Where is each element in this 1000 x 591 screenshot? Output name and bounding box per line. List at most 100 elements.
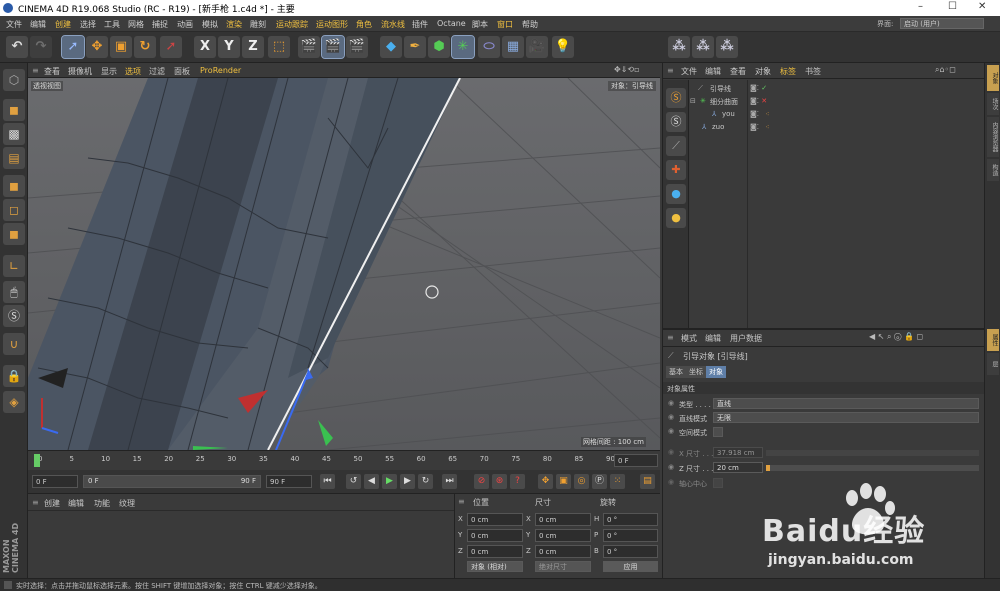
rot-p-field[interactable]: 0 °: [603, 529, 658, 542]
zsize-radio[interactable]: ◉: [668, 463, 674, 471]
mograph-1-button[interactable]: ⁂: [668, 36, 690, 58]
snap-s-button[interactable]: Ⓢ: [666, 88, 686, 108]
pos-z-field[interactable]: 0 cm: [467, 545, 523, 558]
maximize-button[interactable]: ☐: [948, 1, 957, 12]
zsize-slider[interactable]: [766, 465, 979, 471]
model-mode-button[interactable]: ◼: [3, 99, 25, 121]
om-search-icons[interactable]: ⌕⌂◦◻: [935, 65, 956, 75]
vp-menu-prorender[interactable]: ProRender: [200, 66, 241, 75]
pos-y-field[interactable]: 0 cm: [467, 529, 523, 542]
viewport[interactable]: 透视视图 对象：引导线 网格间距 : 100 cm: [28, 78, 660, 450]
timeline-playhead[interactable]: [34, 454, 40, 467]
lock-workplane-button[interactable]: 🔒: [3, 365, 25, 387]
key-pla-button[interactable]: ⁙: [610, 474, 625, 489]
render-view-button[interactable]: 🎬: [298, 36, 320, 58]
next-frame-button[interactable]: ▶: [400, 474, 415, 489]
rtab-layers[interactable]: 层: [987, 353, 999, 375]
edges-mode-button[interactable]: ◻: [3, 199, 25, 221]
polygons-mode-button[interactable]: ◼: [3, 223, 25, 245]
xsize-radio[interactable]: ◉: [668, 448, 674, 456]
planar-workplane-button[interactable]: ◈: [3, 391, 25, 413]
record-keys-button[interactable]: ⊘: [474, 474, 489, 489]
xsize-slider[interactable]: [766, 450, 979, 456]
end-frame-field[interactable]: 90 F: [266, 475, 312, 488]
make-editable-button[interactable]: ⬡: [3, 69, 25, 91]
rtab-takes[interactable]: 场次: [987, 93, 999, 115]
type-dropdown[interactable]: 直线: [713, 398, 979, 409]
undo-button[interactable]: ↶: [6, 36, 28, 58]
menu-simulate[interactable]: 模拟: [202, 19, 218, 30]
menu-plugins[interactable]: 插件: [412, 19, 428, 30]
rtab-objects[interactable]: 对象: [987, 65, 999, 91]
object-row-subdivision[interactable]: ⊟ ✳ 细分曲面 ◙⁚ ✕: [690, 95, 985, 108]
viewport-nav-icons[interactable]: ✥⇓⟲▫: [614, 65, 640, 74]
rtab-attributes[interactable]: 属性: [987, 329, 999, 351]
rtab-structure[interactable]: 构造: [987, 159, 999, 181]
tab-object[interactable]: 对象: [706, 366, 726, 378]
apply-button[interactable]: 应用: [603, 561, 658, 572]
menu-pipeline[interactable]: 流水线: [381, 19, 405, 30]
points-mode-button[interactable]: ◼: [3, 175, 25, 197]
camera-button[interactable]: 🎥: [526, 36, 548, 58]
vp-menu-filter[interactable]: 过滤: [149, 66, 165, 77]
key-param-button[interactable]: Ⓟ: [592, 474, 607, 489]
cloner-button[interactable]: ✳: [451, 35, 475, 59]
cube-button[interactable]: ◆: [380, 36, 402, 58]
mat-menu-function[interactable]: 功能: [94, 498, 110, 509]
pos-x-field[interactable]: 0 cm: [467, 513, 523, 526]
workplane-button[interactable]: ▤: [3, 147, 25, 169]
timeline-end-field[interactable]: 0 F: [614, 454, 658, 467]
zsize-field[interactable]: 20 cm: [713, 462, 763, 473]
start-frame-field[interactable]: 0 F: [32, 475, 78, 488]
interface-dropdown[interactable]: 启动 (用户): [900, 18, 984, 29]
menu-file[interactable]: 文件: [6, 19, 22, 30]
snap-button[interactable]: Ⓢ: [3, 305, 25, 327]
mat-menu-edit[interactable]: 编辑: [68, 498, 84, 509]
size-z-field[interactable]: 0 cm: [535, 545, 591, 558]
menu-help[interactable]: 帮助: [522, 19, 538, 30]
type-radio[interactable]: ◉: [668, 399, 674, 407]
timeline-ruler[interactable]: 0 5 10 15 20 25 30 35 40 45 50 55 60 65 70 75 80 85 90 0 F: [28, 450, 660, 470]
vp-menu-display[interactable]: 显示: [101, 66, 117, 77]
menu-select[interactable]: 选择: [80, 19, 96, 30]
play-button[interactable]: ▶: [382, 474, 397, 489]
mograph-3-button[interactable]: ⁂: [716, 36, 738, 58]
om-menu-edit[interactable]: 编辑: [705, 66, 721, 77]
scale-tool-button[interactable]: ▣: [110, 36, 132, 58]
center-checkbox[interactable]: [713, 478, 723, 488]
menu-edit[interactable]: 编辑: [30, 19, 46, 30]
menu-create[interactable]: 创建: [55, 19, 71, 30]
am-menu-userdata[interactable]: 用户数据: [730, 333, 762, 344]
keyframe-selection-button[interactable]: ?: [510, 474, 525, 489]
key-scale-button[interactable]: ▣: [556, 474, 571, 489]
joint-button[interactable]: ⟋: [666, 136, 686, 156]
menu-mesh[interactable]: 网格: [128, 19, 144, 30]
rot-h-field[interactable]: 0 °: [603, 513, 658, 526]
vp-menu-cameras[interactable]: 摄像机: [68, 66, 92, 77]
next-key-button[interactable]: ↻: [418, 474, 433, 489]
mat-menu-texture[interactable]: 纹理: [119, 498, 135, 509]
prev-frame-button[interactable]: ◀: [364, 474, 379, 489]
object-row-zuo[interactable]: ⅄ zuo ◙⁚ ⁖: [690, 121, 985, 134]
size-x-field[interactable]: 0 cm: [535, 513, 591, 526]
light-button[interactable]: 💡: [552, 36, 574, 58]
am-nav-icons[interactable]: ◀ ↖ ⌕ ⓞ 🔒 ◻: [869, 332, 923, 342]
center-radio[interactable]: ◉: [668, 478, 674, 486]
zsize-slider-knob[interactable]: [766, 465, 770, 471]
xsize-field[interactable]: 37.918 cm: [713, 447, 763, 458]
menu-tools[interactable]: 工具: [104, 19, 120, 30]
tab-basic[interactable]: 基本: [666, 366, 686, 378]
menu-script[interactable]: 脚本: [472, 19, 488, 30]
axis-z-button[interactable]: Z: [242, 36, 264, 58]
menu-render[interactable]: 渲染: [226, 19, 242, 30]
render-picture-button[interactable]: 🎬: [321, 35, 345, 59]
menu-character[interactable]: 角色: [356, 19, 372, 30]
coord-system-button[interactable]: ⬚: [268, 36, 290, 58]
menu-window[interactable]: 窗口: [497, 19, 513, 30]
object-row-you[interactable]: ⅄ you ◙⁚ ⁖: [690, 108, 985, 121]
auto-key-button[interactable]: ⊛: [492, 474, 507, 489]
key-rotation-button[interactable]: ◎: [574, 474, 589, 489]
mat-menu-create[interactable]: 创建: [44, 498, 60, 509]
floor-button[interactable]: ▦: [502, 36, 524, 58]
xyz-button[interactable]: ●: [666, 208, 686, 228]
